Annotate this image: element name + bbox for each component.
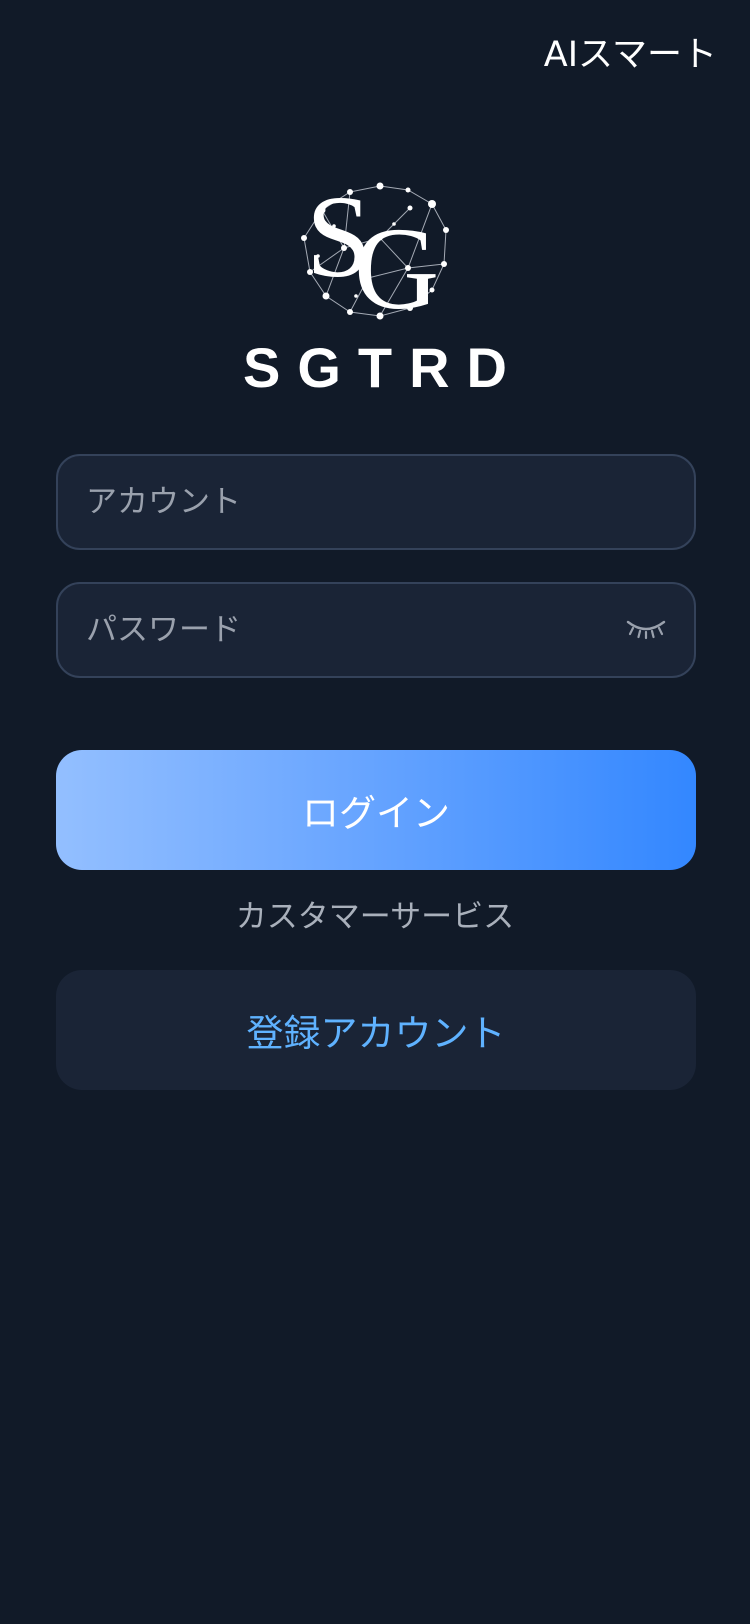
password-input[interactable] xyxy=(86,584,606,676)
brand-logo: S G SGTRD xyxy=(0,168,750,399)
password-field[interactable] xyxy=(56,582,696,678)
svg-text:G: G xyxy=(354,203,439,330)
register-account-button[interactable]: 登録アカウント xyxy=(56,970,696,1090)
eye-closed-icon[interactable] xyxy=(624,614,668,644)
sg-constellation-logo-icon: S G xyxy=(301,171,449,330)
customer-service-link[interactable]: カスタマーサービス xyxy=(0,894,750,940)
account-field[interactable] xyxy=(56,454,696,550)
brand-name: SGTRD xyxy=(243,336,524,399)
account-input[interactable] xyxy=(86,456,606,548)
ai-smart-link[interactable]: AIスマート xyxy=(544,34,717,76)
login-button[interactable]: ログイン xyxy=(56,750,696,870)
